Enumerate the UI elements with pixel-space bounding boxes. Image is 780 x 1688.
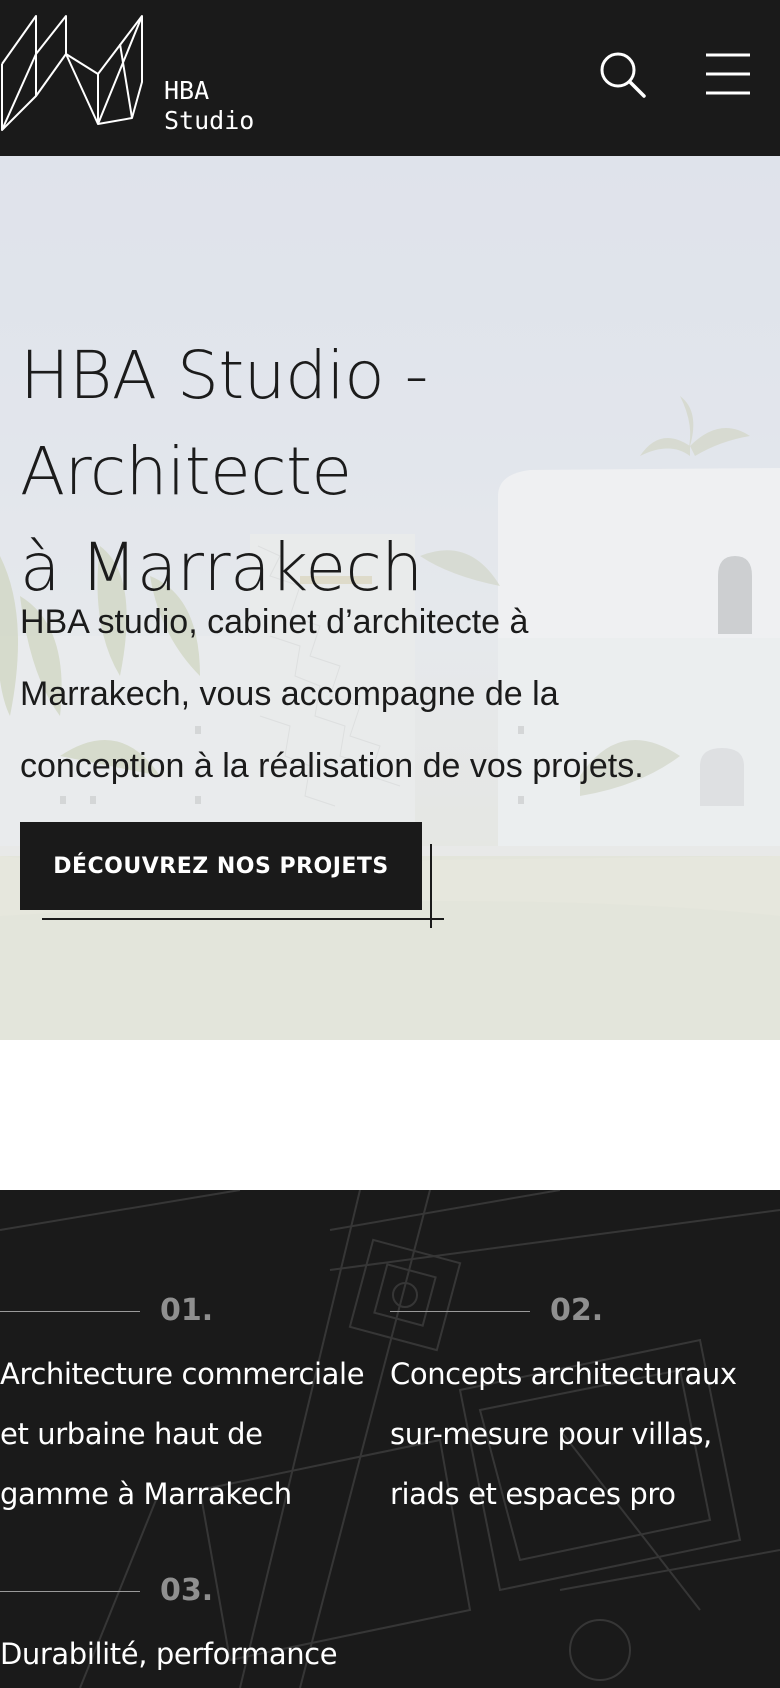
page-title-line-1: HBA Studio - Architecte bbox=[20, 337, 428, 510]
feature-number: 03. bbox=[160, 1573, 214, 1608]
home-logo-link[interactable] bbox=[0, 14, 146, 136]
discover-projects-button[interactable]: DÉCOUVREZ NOS PROJETS bbox=[20, 822, 422, 910]
feature-text-line: gamme à Marrakech bbox=[0, 1477, 292, 1511]
hero-subtitle-line-1: HBA studio, cabinet d’architecte à bbox=[20, 603, 529, 641]
feature-text: Concepts architecturaux sur-mesure pour … bbox=[390, 1344, 780, 1524]
feature-number: 01. bbox=[160, 1293, 214, 1328]
feature-divider bbox=[0, 1591, 140, 1592]
cta-decor-line-horizontal bbox=[42, 918, 444, 920]
feature-text: Durabilité, performance bbox=[0, 1624, 390, 1684]
search-button[interactable] bbox=[598, 50, 648, 100]
hero-subtitle-line-2: Marrakech, vous accompagne de la bbox=[20, 675, 559, 713]
brand-line-2: Studio bbox=[164, 106, 255, 135]
page-title: HBA Studio - Architecte à Marrakech bbox=[20, 328, 760, 616]
brand-name: HBA Studio bbox=[164, 76, 254, 136]
hamburger-menu-icon bbox=[706, 53, 750, 95]
site-header: HBA Studio bbox=[0, 0, 780, 156]
feature-text-line: Concepts architecturaux bbox=[390, 1357, 737, 1391]
feature-text: Architecture commerciale et urbaine haut… bbox=[0, 1344, 390, 1524]
menu-button[interactable] bbox=[704, 52, 752, 96]
features-section: 01. Architecture commerciale et urbaine … bbox=[0, 1190, 780, 1688]
hba-logo-icon bbox=[1, 15, 143, 131]
feature-divider bbox=[0, 1311, 140, 1312]
hero-subtitle: HBA studio, cabinet d’architecte à Marra… bbox=[20, 586, 760, 802]
feature-number: 02. bbox=[550, 1293, 604, 1328]
brand-line-1: HBA bbox=[164, 76, 210, 105]
feature-text-line: riads et espaces pro bbox=[390, 1477, 676, 1511]
search-icon bbox=[600, 52, 646, 98]
feature-text-line: sur-mesure pour villas, bbox=[390, 1417, 712, 1451]
feature-divider bbox=[390, 1311, 530, 1312]
feature-text-line: Durabilité, performance bbox=[0, 1637, 338, 1671]
feature-text-line: et urbaine haut de bbox=[0, 1417, 263, 1451]
cta-decor-line-vertical bbox=[430, 844, 432, 928]
feature-text-line: Architecture commerciale bbox=[0, 1357, 365, 1391]
section-spacer bbox=[0, 1040, 780, 1190]
hero-section: HBA Studio - Architecte à Marrakech HBA … bbox=[0, 156, 780, 1040]
hero-subtitle-line-3: conception à la réalisation de vos proje… bbox=[20, 747, 644, 785]
